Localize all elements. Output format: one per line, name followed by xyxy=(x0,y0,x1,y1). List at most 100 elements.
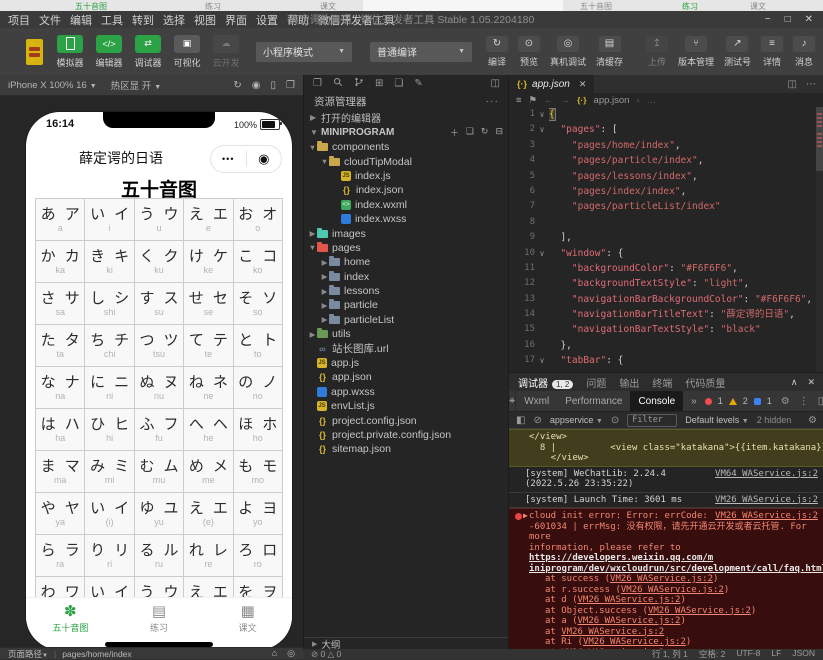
source-link[interactable]: VM26 WAService.js:2 xyxy=(648,606,751,616)
menu-item-工具[interactable]: 工具 xyxy=(101,12,123,28)
tree-item-lessons[interactable]: ▶ lessons xyxy=(304,284,509,298)
debugger-tab-代码质量[interactable]: 代码质量 xyxy=(685,375,725,390)
minimize-button[interactable]: − xyxy=(765,14,771,25)
kana-cell-hi[interactable]: ひヒ hi xyxy=(85,409,135,451)
expand-icon[interactable]: ▶ xyxy=(523,511,528,522)
kana-cell-yu[interactable]: ゆユ yu xyxy=(134,493,185,535)
error-url-link[interactable]: https://developers.weixin.qq.com/m xyxy=(529,553,713,563)
tree-item-index.wxml[interactable]: <> index.wxml xyxy=(304,198,509,212)
more-tabs[interactable]: » xyxy=(683,391,705,411)
source-link[interactable]: VM26 WAService.js:2 xyxy=(715,511,818,522)
settings-gear-icon[interactable]: ⚙ xyxy=(781,396,790,407)
kana-cell-ho[interactable]: ほホ ho xyxy=(233,409,283,451)
record-icon[interactable]: ◉ xyxy=(252,80,261,91)
kana-cell-ku[interactable]: くク ku xyxy=(134,241,185,283)
tree-item-envList.js[interactable]: JS envList.js xyxy=(304,399,509,413)
warning-badge-icon[interactable] xyxy=(728,397,737,405)
filter-input[interactable] xyxy=(627,413,678,427)
kana-cell-a[interactable]: あアa xyxy=(36,199,86,241)
tree-item-pages[interactable]: ▼ pages xyxy=(304,241,509,255)
tree-item-particleList[interactable]: ▶ particleList xyxy=(304,313,509,327)
tree-item-app.wxss[interactable]: app.wxss xyxy=(304,385,509,399)
tree-item-index.js[interactable]: JS index.js xyxy=(304,169,509,183)
tree-item-sitemap.json[interactable]: {} sitemap.json xyxy=(304,442,509,456)
home-icon[interactable]: ⌂ xyxy=(272,648,277,659)
kana-cell-ki[interactable]: きキ ki xyxy=(85,241,135,283)
source-link[interactable]: VM64 WAService.js:2 xyxy=(715,469,818,480)
tree-item-index.wxss[interactable]: index.wxss xyxy=(304,212,509,226)
exit-mini-program-button[interactable]: ◉ xyxy=(247,151,282,167)
kana-cell-sa[interactable]: さサ sa xyxy=(36,283,86,325)
open-editors-section[interactable]: ▶ 打开的编辑器 xyxy=(304,110,509,125)
tab-app-json[interactable]: {·} app.json ✕ xyxy=(509,75,595,93)
kana-cell-re[interactable]: れレ re xyxy=(184,535,234,577)
compile-select[interactable]: 普通编译 ▼ xyxy=(370,41,472,62)
log-levels-select[interactable]: Default levels ▼ xyxy=(685,415,748,425)
预览-button[interactable]: ⊙ 预览 xyxy=(518,35,540,68)
menu-item-界面[interactable]: 界面 xyxy=(225,12,247,28)
forward-icon[interactable]: → xyxy=(561,95,571,106)
split-editor-icon[interactable]: ◫ xyxy=(788,79,797,90)
devtools-tab-performance[interactable]: Performance xyxy=(557,391,630,411)
hotzone-select[interactable]: 热区显 开 ▼ xyxy=(111,78,162,92)
详情-button[interactable]: ≡ 详情 xyxy=(761,35,783,68)
kana-cell-yo[interactable]: よヨ yo xyxy=(233,493,283,535)
collapse-panel-icon[interactable]: ∧ xyxy=(791,377,798,388)
kana-cell-su[interactable]: すス su xyxy=(134,283,185,325)
source-link[interactable]: VM26 WAService.js:2 xyxy=(578,595,681,605)
tree-item-particle[interactable]: ▶ particle xyxy=(304,298,509,312)
phone-tab-练习[interactable]: ▤ 练习 xyxy=(115,598,204,640)
tree-item-cloudTipModal[interactable]: ▼ cloudTipModal xyxy=(304,154,509,168)
inspect-icon[interactable]: ⌖ xyxy=(509,391,517,411)
more-actions-icon[interactable]: ⋯ xyxy=(806,79,816,90)
kana-cell-ta[interactable]: たタ ta xyxy=(36,325,86,367)
kana-cell-te[interactable]: てテ te xyxy=(184,325,234,367)
console-error[interactable]: ▶ VM26 WAService.js:2 cloud init error: E… xyxy=(509,508,823,650)
kana-cell-o[interactable]: おオo xyxy=(233,199,283,241)
调试器-button[interactable]: ⇄ 调试器 xyxy=(134,34,162,69)
search-icon[interactable] xyxy=(333,77,343,90)
kana-cell-mu[interactable]: むム mu xyxy=(134,451,185,493)
console-settings-icon[interactable]: ⚙ xyxy=(808,415,817,426)
devtools-tab-wxml[interactable]: Wxml xyxy=(516,391,557,411)
breadcrumb-more[interactable]: … xyxy=(647,95,657,106)
compass-icon[interactable]: ◎ xyxy=(287,648,295,659)
info-badge-icon[interactable] xyxy=(753,397,761,405)
device-select[interactable]: iPhone X 100% 16 ▼ xyxy=(8,80,97,91)
maximize-button[interactable]: □ xyxy=(785,14,791,25)
kana-cell-ne[interactable]: ねネ ne xyxy=(184,367,234,409)
restart-icon[interactable]: ↻ xyxy=(233,80,241,91)
kana-cell-e[interactable]: えエ(e) xyxy=(184,493,234,535)
breadcrumb-file[interactable]: app.json xyxy=(594,95,630,106)
模拟器-button[interactable]: 模拟器 xyxy=(56,34,84,69)
tree-item-project.config.json[interactable]: {} project.config.json xyxy=(304,413,509,427)
kana-cell-he[interactable]: へヘ he xyxy=(184,409,234,451)
tree-item-index.json[interactable]: {} index.json xyxy=(304,183,509,197)
版本管理-button[interactable]: ⑂ 版本管理 xyxy=(678,35,714,68)
menu-item-设置[interactable]: 设置 xyxy=(256,12,278,28)
tree-item-index[interactable]: ▶ index xyxy=(304,270,509,284)
status-item[interactable]: LF xyxy=(771,648,781,660)
menu-item-编辑[interactable]: 编辑 xyxy=(70,12,92,28)
kana-cell-ra[interactable]: らラ ra xyxy=(36,535,86,577)
kana-cell-u[interactable]: うウu xyxy=(134,199,185,241)
kana-cell-nu[interactable]: ぬヌ nu xyxy=(134,367,185,409)
真机调试-button[interactable]: ◎ 真机调试 xyxy=(550,35,586,68)
kana-cell-i[interactable]: いイ(i) xyxy=(85,493,135,535)
error-url-link[interactable]: iniprogram/dev/wxcloudrun/src/developmen… xyxy=(529,564,823,574)
collapse-all-icon[interactable]: ⊟ xyxy=(495,126,503,139)
kana-cell-no[interactable]: のノ no xyxy=(233,367,283,409)
close-button[interactable]: ✕ xyxy=(805,14,813,25)
close-tab-icon[interactable]: ✕ xyxy=(579,79,587,90)
kana-cell-chi[interactable]: ちチ chi xyxy=(85,325,135,367)
devtools-tab-console[interactable]: Console xyxy=(630,391,684,411)
kana-cell-ya[interactable]: やヤ ya xyxy=(36,493,86,535)
minimap[interactable] xyxy=(816,107,823,372)
fold-chevron-icon[interactable]: ∨ xyxy=(535,107,549,122)
mode-select[interactable]: 小程序模式 ▼ xyxy=(256,41,352,62)
screenshot-icon[interactable]: ❐ xyxy=(286,80,295,91)
files-icon[interactable]: ❐ xyxy=(313,78,322,89)
kana-cell-ro[interactable]: ろロ ro xyxy=(233,535,283,577)
source-link[interactable]: VM26 WAService.js:2 xyxy=(578,616,681,626)
menu-item-转到[interactable]: 转到 xyxy=(132,12,154,28)
